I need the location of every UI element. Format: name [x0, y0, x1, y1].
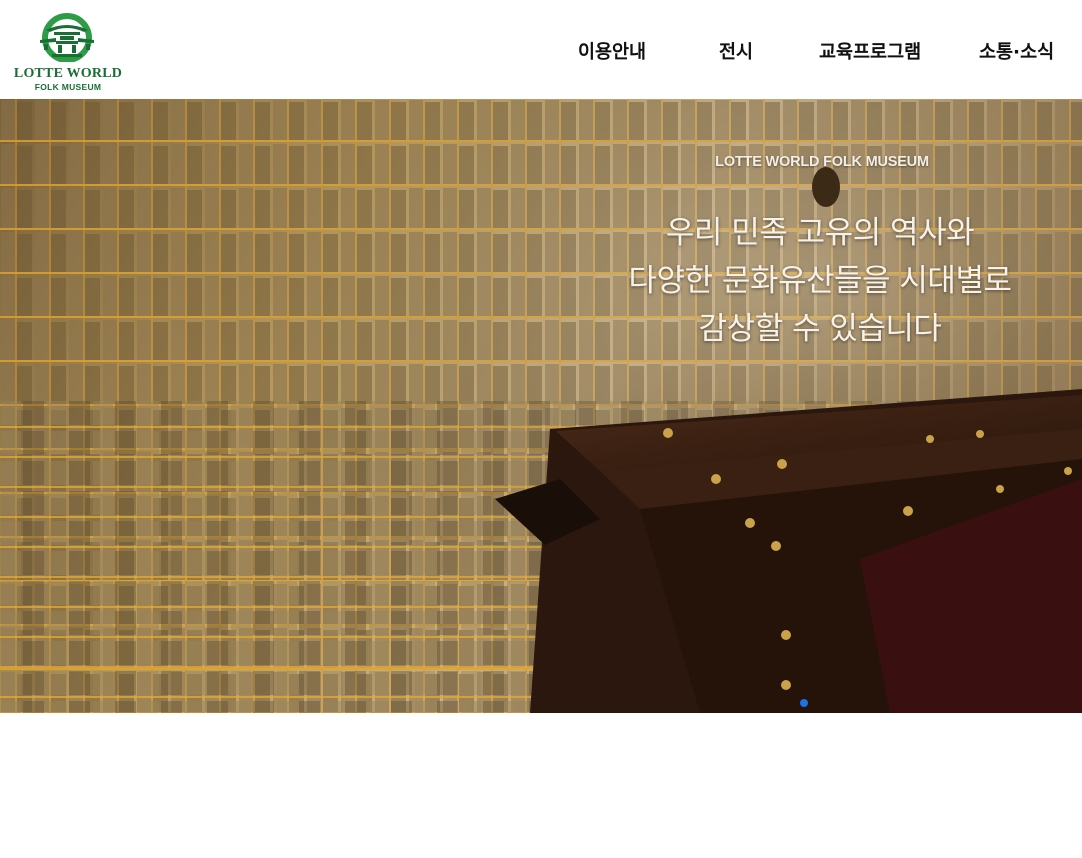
hero-slider: LOTTE WORLD FOLK MUSEUM 우리 민족 고유의 역사와 다양… [0, 99, 1082, 713]
nav-item-visitor-info[interactable]: 이용안내 [578, 38, 646, 64]
slider-dot-active[interactable] [800, 699, 808, 707]
hero-eyebrow: LOTTE WORLD FOLK MUSEUM [715, 154, 929, 170]
hero-headline-line-1: 우리 민족 고유의 역사와 [665, 215, 975, 251]
hero-headline-line-3: 감상할 수 있습니다 [698, 311, 942, 347]
hero-headline-line-2: 다양한 문화유산들을 시대별로 [628, 263, 1012, 299]
nav-item-education-program[interactable]: 교육프로그램 [819, 38, 921, 64]
nav-item-communication-news[interactable]: 소통·소식 [979, 38, 1054, 64]
nav-item-exhibition[interactable]: 전시 [719, 38, 753, 64]
slider-pagination [800, 692, 808, 711]
logo-subtitle: FOLK MUSEUM [34, 82, 102, 92]
logo-title: LOTTE WORLD [13, 66, 123, 81]
hero-background-image [0, 99, 1082, 713]
main-navigation: 이용안내 전시 교육프로그램 소통·소식 [0, 38, 1082, 64]
site-header: LOTTE WORLD FOLK MUSEUM 이용안내 전시 교육프로그램 소… [0, 0, 1082, 99]
